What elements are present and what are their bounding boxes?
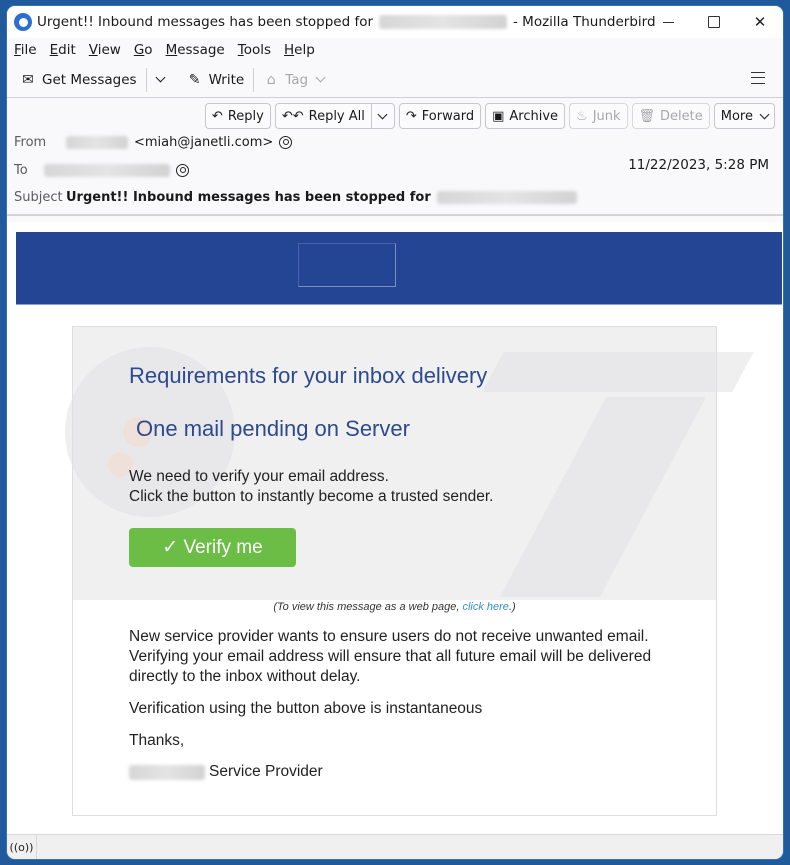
reply-icon: ↶ (211, 108, 223, 124)
email-heading: Requirements for your inbox delivery (129, 363, 488, 388)
more-button[interactable]: More (713, 103, 775, 129)
toolbar-separator (145, 67, 147, 92)
archive-button[interactable]: ▣ Archive (485, 103, 566, 129)
window-title: Urgent!! Inbound messages has been stopp… (37, 14, 656, 30)
minimize-button[interactable] (645, 6, 691, 38)
reply-all-icon: ↶↶ (281, 108, 304, 124)
menu-tools[interactable]: Tools (238, 42, 271, 58)
signature: Service Provider (129, 762, 323, 782)
get-messages-icon: ✉ (22, 71, 34, 88)
pencil-icon: ✎ (188, 71, 201, 88)
reply-all-main[interactable]: ↶↶ Reply All (276, 104, 372, 128)
close-button[interactable]: ✕ (737, 6, 783, 38)
toolbar-separator (253, 67, 255, 92)
chevron-down-icon (377, 109, 388, 119)
redacted-recipient (379, 15, 508, 29)
email-card: Requirements for your inbox delivery One… (65, 326, 754, 816)
email-banner (16, 232, 782, 305)
status-bar: ((o)) (7, 834, 783, 859)
body-paragraph: New service provider wants to ensure use… (129, 628, 652, 685)
menu-file[interactable]: File (14, 42, 37, 58)
from-label: From (14, 135, 47, 150)
maximize-button[interactable] (691, 6, 737, 38)
menu-message[interactable]: Message (166, 42, 225, 58)
online-status-icon[interactable]: ((o)) (7, 834, 37, 859)
add-contact-icon[interactable] (279, 136, 293, 149)
message-body: Requirements for your inbox delivery One… (7, 222, 783, 834)
redacted-recipient (44, 164, 170, 177)
broken-logo-image (298, 243, 396, 287)
redacted-company (129, 764, 205, 780)
thunderbird-logo-icon (14, 13, 32, 31)
reply-all-button[interactable]: ↶↶ Reply All (274, 103, 395, 129)
menu-edit[interactable]: Edit (50, 42, 76, 58)
junk-button[interactable]: ♨ Junk (569, 103, 628, 129)
get-messages-dropdown[interactable] (151, 66, 174, 94)
window-title-app: - Mozilla Thunderbird (513, 14, 656, 30)
get-messages-button[interactable]: ✉ Get Messages (15, 66, 142, 94)
subject-row: Subject Urgent!! Inbound messages has be… (14, 190, 577, 205)
forward-button[interactable]: ↷ Forward (398, 103, 482, 129)
message-date: 11/22/2023, 5:28 PM (628, 157, 769, 173)
title-bar: Urgent!! Inbound messages has been stopp… (7, 6, 783, 38)
to-row: To (14, 163, 189, 178)
archive-icon: ▣ (492, 108, 505, 124)
from-email[interactable]: <miah@janetli.com> (134, 135, 273, 150)
chevron-down-icon (155, 72, 166, 83)
junk-icon: ♨ (576, 108, 588, 124)
reply-button[interactable]: ↶ Reply (204, 103, 271, 129)
message-actions: ↶ Reply ↶↶ Reply All ↷ Forward ▣ Archive… (204, 103, 775, 129)
app-menu-icon[interactable] (751, 72, 765, 84)
redacted-recipient (436, 191, 577, 204)
click-here-link[interactable]: click here (462, 601, 508, 613)
intro-text: We need to verify your email address. Cl… (129, 468, 494, 505)
tag-icon: ⌂ (266, 71, 276, 88)
chevron-down-icon (759, 109, 770, 119)
from-row: From <miah@janetli.com> (14, 135, 293, 150)
window-title-subject: Urgent!! Inbound messages has been stopp… (37, 14, 374, 30)
watermark (482, 352, 754, 392)
forward-icon: ↷ (405, 108, 417, 124)
menu-view[interactable]: View (89, 42, 121, 58)
redacted-sender-name (66, 136, 128, 149)
main-toolbar: ✉ Get Messages ✎ Write ⌂ Tag (7, 62, 783, 98)
write-button[interactable]: ✎ Write (182, 66, 250, 94)
closing-text: Thanks, (129, 732, 185, 749)
menu-go[interactable]: Go (134, 42, 153, 58)
menu-bar: File Edit View Go Message Tools Help (7, 38, 783, 62)
body-paragraph: Verification using the button above is i… (129, 700, 483, 717)
reply-all-dropdown[interactable] (372, 104, 394, 128)
verify-me-button[interactable]: ✓ Verify me (129, 528, 296, 567)
menu-help[interactable]: Help (284, 42, 315, 58)
delete-button[interactable]: 🗑 Delete (631, 103, 710, 129)
to-label: To (14, 163, 28, 178)
chevron-down-icon (315, 72, 326, 83)
tag-button[interactable]: ⌂ Tag (258, 66, 329, 94)
thunderbird-window: Urgent!! Inbound messages has been stopp… (7, 6, 783, 859)
close-icon: ✕ (753, 13, 767, 31)
add-contact-icon[interactable] (176, 164, 189, 177)
trash-icon: 🗑 (638, 108, 656, 124)
subject-label: Subject (14, 190, 63, 205)
email-subheading: One mail pending on Server (136, 416, 410, 441)
message-header: ↶ Reply ↶↶ Reply All ↷ Forward ▣ Archive… (7, 98, 783, 216)
subject-text: Urgent!! Inbound messages has been stopp… (66, 190, 431, 205)
web-view-notice: (To view this message as a web page, cli… (273, 601, 516, 613)
